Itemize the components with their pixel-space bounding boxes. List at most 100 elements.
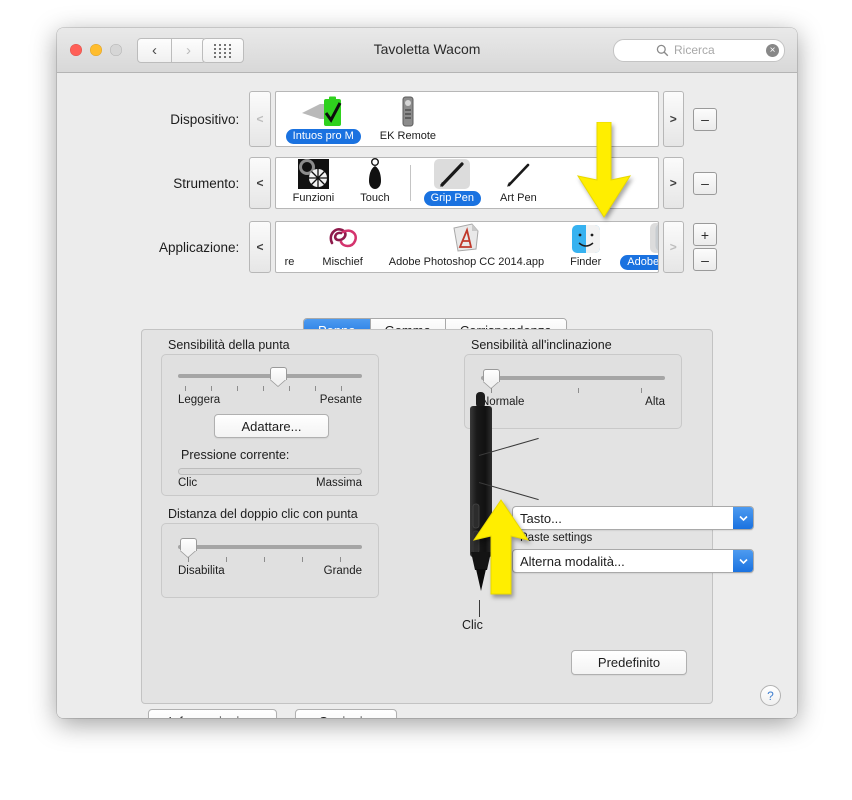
tool-item-label: Funzioni — [292, 192, 335, 204]
tip-sensitivity-slider[interactable]: Leggera Pesante — [178, 367, 362, 406]
tool-item-touch[interactable]: Touch — [347, 158, 402, 208]
application-item-finder[interactable]: Finder — [557, 222, 614, 272]
remove-tool-button[interactable]: – — [693, 171, 717, 195]
pen-settings-panel: Sensibilità della punta Leggera Pesante — [141, 329, 754, 704]
tip-slider-thumb[interactable] — [270, 367, 287, 387]
tool-row-label: Strumento: — [173, 175, 240, 191]
chevron-down-icon[interactable] — [733, 507, 753, 529]
current-pressure-label: Pressione corrente: — [181, 448, 290, 462]
application-item-label: Finder — [570, 256, 602, 268]
tip-slider-labels: Leggera Pesante — [178, 394, 362, 406]
tool-scroll-right[interactable]: > — [662, 157, 684, 209]
search-field[interactable]: Ricerca × — [613, 39, 785, 62]
device-item-intuos[interactable]: Intuos pro M — [280, 92, 367, 146]
remove-application-button[interactable]: – — [693, 248, 717, 271]
tool-item-grip-pen[interactable]: Grip Pen — [418, 158, 487, 208]
pen-tip-leader — [479, 600, 480, 617]
about-button[interactable]: Informazioni su — [148, 709, 277, 718]
application-list[interactable]: re Mischief Adobe Photoshop CC 2014.app … — [274, 221, 659, 273]
lightroom-icon: Lr — [650, 223, 658, 253]
application-scroll-left[interactable]: < — [249, 221, 271, 273]
tilt-slider-max-label: Alta — [645, 396, 665, 408]
device-actions: – — [693, 91, 717, 147]
application-row: Applicazione: < re Mischief Adobe Photos… — [57, 221, 717, 273]
double-click-labels: Disabilita Grande — [178, 565, 362, 577]
double-click-max-label: Grande — [323, 565, 362, 577]
yellow-arrow-up — [472, 499, 530, 595]
application-item-label: Adobe Lightroom — [620, 255, 658, 270]
application-item-clipped[interactable]: re — [276, 222, 304, 272]
double-click-group: Disabilita Grande — [161, 523, 379, 598]
chevron-down-icon[interactable] — [733, 550, 753, 572]
double-click-min-label: Disabilita — [178, 565, 225, 577]
touch-finger-icon — [363, 158, 387, 189]
options-button[interactable]: Opzioni... — [295, 709, 397, 718]
adapt-button[interactable]: Adattare... — [214, 414, 329, 438]
remote-icon — [398, 96, 418, 127]
tilt-slider-track — [481, 376, 665, 380]
yellow-arrow-down — [576, 122, 632, 218]
tool-item-label: Touch — [360, 192, 390, 204]
device-item-label: Intuos pro M — [285, 129, 361, 144]
application-item-label: re — [284, 256, 295, 268]
tilt-sensitivity-slider[interactable]: Normale Alta — [481, 369, 665, 408]
pressure-range-labels: Clic Massima — [178, 477, 362, 489]
double-click-slider[interactable]: Disabilita Grande — [178, 538, 362, 577]
device-scroll-right[interactable]: > — [662, 91, 684, 147]
application-row-label: Applicazione: — [158, 239, 240, 255]
pressure-max-label: Massima — [315, 477, 362, 489]
application-item-label: Adobe Photoshop CC 2014.app — [388, 256, 545, 268]
application-actions: + – — [693, 221, 717, 273]
device-scroll-left[interactable]: < — [249, 91, 271, 147]
clear-search-icon[interactable]: × — [766, 44, 779, 57]
window-body: Dispositivo: < Intuos pro M EK Remote > … — [57, 73, 797, 718]
art-pen-icon — [503, 159, 533, 189]
device-row-label: Dispositivo: — [170, 111, 240, 127]
default-button[interactable]: Predefinito — [571, 650, 687, 675]
application-item-lightroom[interactable]: Lr Adobe Lightroom — [614, 222, 658, 272]
tool-item-label: Grip Pen — [423, 191, 481, 206]
application-item-photoshop[interactable]: Adobe Photoshop CC 2014.app — [376, 222, 557, 272]
help-button[interactable]: ? — [760, 685, 781, 706]
double-click-thumb[interactable] — [180, 538, 197, 558]
photoshop-icon — [450, 222, 482, 253]
tablet-battery-icon — [300, 96, 346, 127]
mischief-icon — [326, 223, 360, 253]
application-scroll-right[interactable]: > — [662, 221, 684, 273]
lower-pen-button-popup[interactable]: Alterna modalità... — [512, 549, 754, 573]
tool-item-label: Art Pen — [500, 192, 537, 204]
add-application-button[interactable]: + — [693, 223, 717, 246]
lower-pen-button-value: Alterna modalità... — [520, 553, 625, 569]
tool-scroll-left[interactable]: < — [249, 157, 271, 209]
tool-item-art-pen[interactable]: Art Pen — [487, 158, 550, 208]
pen-icon — [434, 159, 471, 189]
search-icon — [656, 44, 669, 57]
preferences-window: ‹ › Tavoletta Wacom Ricerca × Dispositiv… — [57, 28, 797, 718]
pressure-min-label: Clic — [178, 477, 198, 489]
tool-list-separator — [409, 165, 411, 201]
remove-device-button[interactable]: – — [693, 107, 717, 131]
tip-sensitivity-title: Sensibilità della punta — [168, 338, 290, 352]
finder-icon — [571, 225, 600, 253]
double-click-title: Distanza del doppio clic con punta — [168, 507, 358, 521]
double-click-track — [178, 545, 362, 549]
window-titlebar: ‹ › Tavoletta Wacom Ricerca × — [57, 28, 797, 73]
application-item-mischief[interactable]: Mischief — [309, 222, 375, 272]
device-item-ek-remote[interactable]: EK Remote — [367, 92, 449, 146]
tilt-slider-labels: Normale Alta — [481, 396, 665, 408]
tip-sensitivity-group: Leggera Pesante Adattare... Pressione co… — [161, 354, 379, 496]
functions-icon — [297, 159, 329, 189]
tool-item-funzioni[interactable]: Funzioni — [280, 158, 348, 208]
device-item-label: EK Remote — [379, 130, 437, 142]
application-item-label: Mischief — [322, 256, 363, 268]
upper-pen-button-popup[interactable]: Tasto... — [512, 506, 754, 530]
pen-tip-label: Clic — [462, 618, 483, 632]
tip-slider-min-label: Leggera — [178, 394, 221, 406]
tip-slider-max-label: Pesante — [319, 394, 362, 406]
tilt-slider-thumb[interactable] — [483, 369, 500, 389]
current-pressure-bar — [178, 468, 362, 475]
search-placeholder: Ricerca — [674, 43, 715, 57]
tilt-sensitivity-title: Sensibilità all'inclinazione — [471, 338, 612, 352]
tool-actions: – — [693, 157, 717, 209]
upper-pen-button-value: Tasto... — [520, 510, 562, 526]
